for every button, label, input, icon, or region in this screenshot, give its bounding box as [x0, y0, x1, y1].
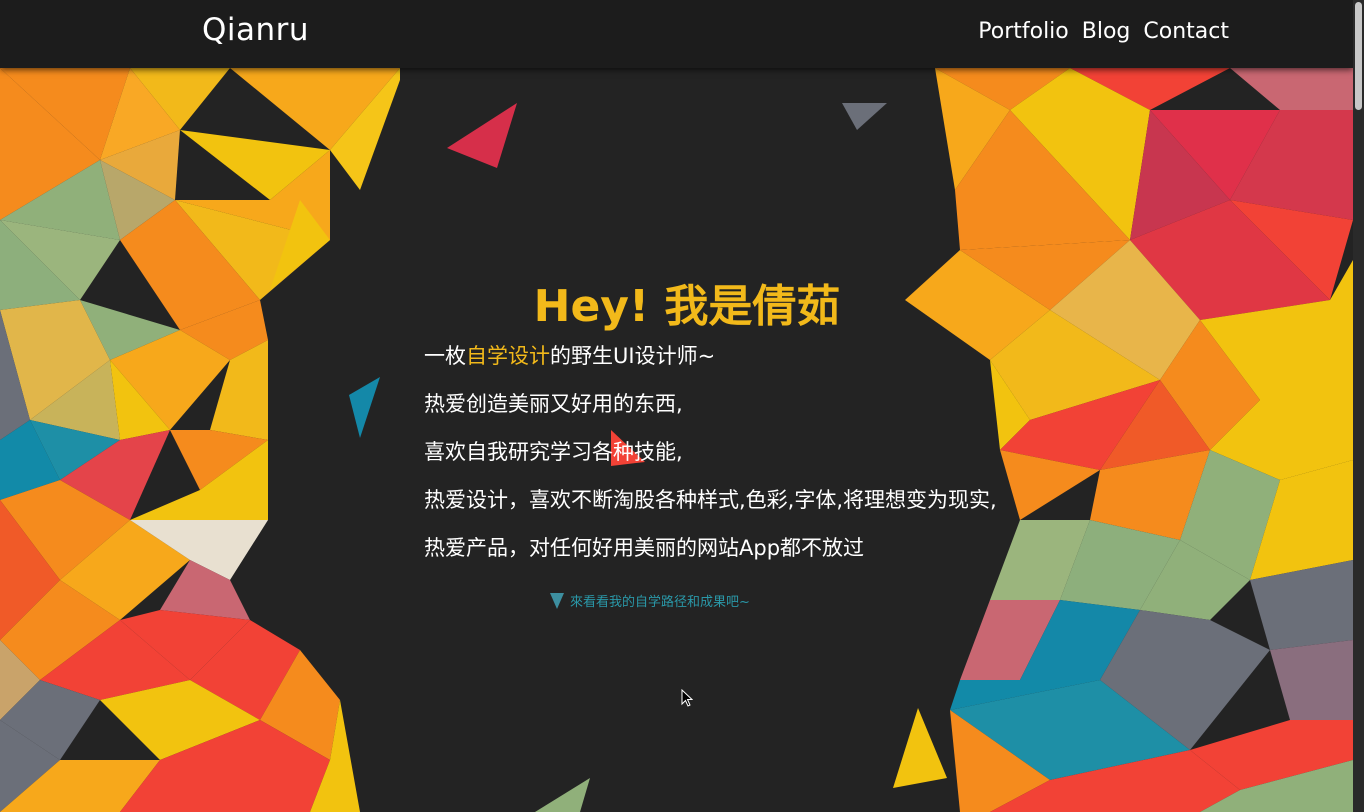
nav-portfolio-link[interactable]: Portfolio	[978, 19, 1069, 44]
intro-line-5: 热爱产品，对任何好用美丽的网站App都不放过	[424, 536, 865, 560]
intro-text: 一枚自学设计的野生UI设计师~ 热爱创造美丽又好用的东西, 喜欢自我研究学习各种…	[424, 340, 997, 580]
intro-prefix: 一枚	[424, 344, 466, 368]
explore-link[interactable]: 來看看我的自学路径和成果吧~	[550, 591, 750, 610]
page-scrollbar[interactable]	[1353, 0, 1364, 812]
down-arrow-icon	[550, 592, 564, 609]
site-logo[interactable]: Qianru	[202, 12, 309, 48]
hero-title: Hey! 我是倩茹	[533, 281, 841, 332]
explore-link-label: 來看看我的自学路径和成果吧~	[570, 595, 750, 610]
nav-contact-link[interactable]: Contact	[1143, 19, 1229, 44]
top-navbar: Qianru Portfolio Blog Contact	[0, 0, 1353, 68]
intro-line-1: 一枚自学设计的野生UI设计师~	[424, 340, 997, 388]
scrollbar-thumb[interactable]	[1355, 2, 1362, 110]
nav-blog-link[interactable]: Blog	[1082, 19, 1131, 44]
intro-line-4: 热爱设计，喜欢不断淘股各种样式,色彩,字体,将理想变为现实,	[424, 488, 997, 512]
intro-suffix: 的野生UI设计师~	[550, 344, 716, 368]
intro-line-3: 喜欢自我研究学习各种技能,	[424, 440, 683, 464]
intro-highlight: 自学设计	[466, 344, 550, 368]
main-nav: Portfolio Blog Contact	[978, 19, 1229, 44]
intro-line-2: 热爱创造美丽又好用的东西,	[424, 392, 683, 416]
mouse-cursor-icon	[681, 689, 693, 707]
